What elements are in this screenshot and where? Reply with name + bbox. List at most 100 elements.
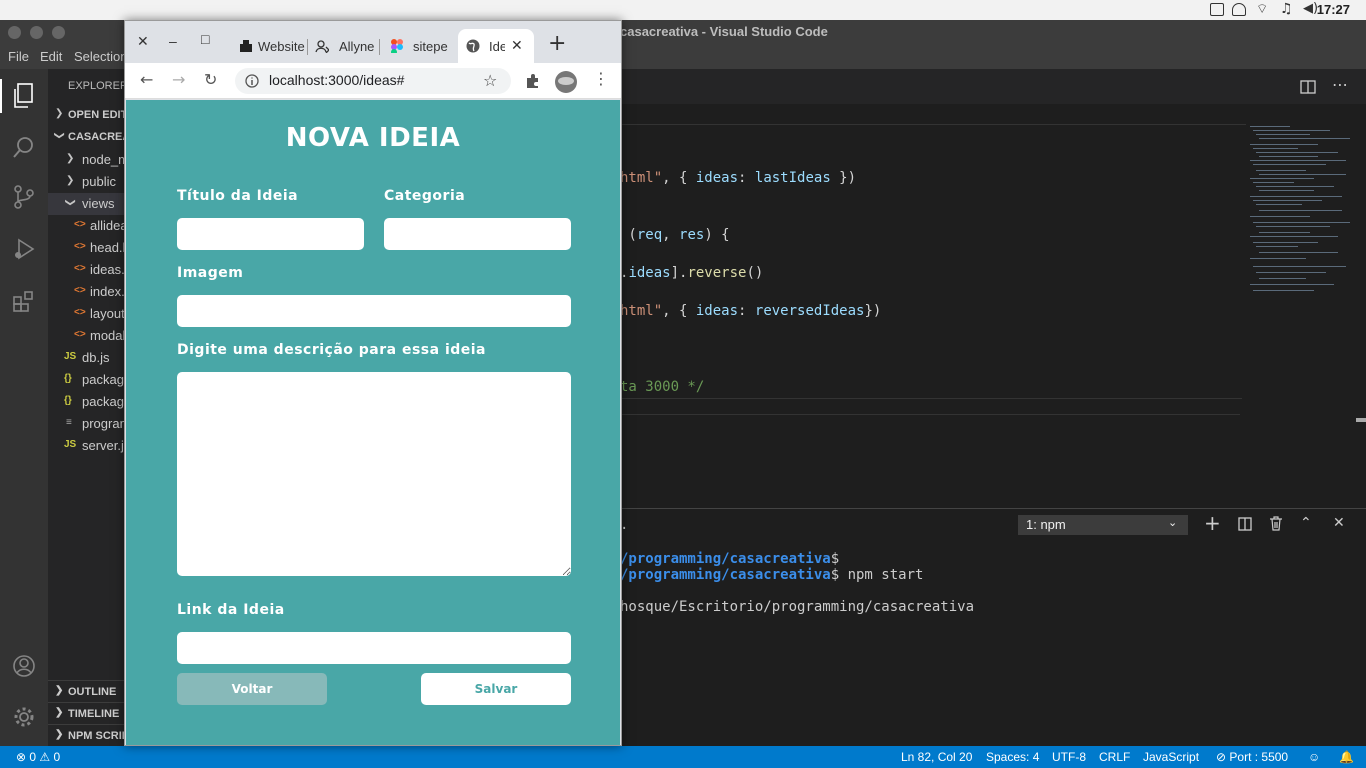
split-editor-icon[interactable] xyxy=(1300,80,1316,94)
menu-edit[interactable]: Edit xyxy=(40,49,62,64)
browser-tab-allyne[interactable]: Allyne xyxy=(307,29,379,63)
code-line: html", { ideas: lastIdeas }) xyxy=(620,170,857,186)
minimap-line xyxy=(1256,186,1334,187)
minimap-line xyxy=(1253,130,1330,131)
menu-file[interactable]: File xyxy=(8,49,29,64)
html-file-icon: <> xyxy=(74,329,86,340)
minimap-line xyxy=(1256,272,1326,273)
code-line: ta 3000 */ xyxy=(620,379,705,395)
timeline-section[interactable]: ❯ TIMELINE xyxy=(48,702,125,724)
info-icon[interactable] xyxy=(245,74,259,88)
feedback-icon[interactable]: ☺ xyxy=(1308,750,1320,764)
website-favicon-icon xyxy=(240,40,252,52)
tree-item-public[interactable]: ❯ public xyxy=(48,171,125,193)
split-terminal-icon[interactable] xyxy=(1238,517,1252,531)
clock[interactable]: 17:27 xyxy=(1317,2,1350,17)
minimap[interactable] xyxy=(1246,126,1356,296)
wifi-icon[interactable]: ⌔ xyxy=(1256,1,1268,17)
page-title: NOVA IDEIA xyxy=(285,123,461,153)
cursor-position[interactable]: Ln 82, Col 20 xyxy=(901,750,972,764)
tree-item-db-js[interactable]: JS db.js xyxy=(48,347,125,369)
browser-tab-website[interactable]: Website xyxy=(231,29,307,63)
reload-icon[interactable]: ↻ xyxy=(204,70,217,89)
tree-item-index[interactable]: <> index.html xyxy=(48,281,125,303)
minimap-line xyxy=(1259,278,1306,279)
tree-item-views[interactable]: ❯ views xyxy=(48,193,125,215)
shield-icon[interactable] xyxy=(1232,3,1246,16)
account-icon[interactable] xyxy=(12,654,36,678)
back-arrow-icon[interactable]: ← xyxy=(140,70,153,89)
explorer-icon[interactable] xyxy=(12,83,36,109)
tree-item-layout[interactable]: <> layout.html xyxy=(48,303,125,325)
tree-item-ideas[interactable]: <> ideas.html xyxy=(48,259,125,281)
new-tab-icon[interactable]: + xyxy=(548,31,566,56)
title-input[interactable] xyxy=(177,218,364,250)
npm-scripts-section[interactable]: ❯ NPM SCRIPTS xyxy=(48,724,143,746)
image-input[interactable] xyxy=(177,295,571,327)
project-folder[interactable]: ❯ CASACREATIVA xyxy=(48,126,125,148)
indentation-status[interactable]: Spaces: 4 xyxy=(986,750,1039,764)
clipboard-icon[interactable] xyxy=(1210,3,1224,16)
language-status[interactable]: JavaScript xyxy=(1143,750,1199,764)
tree-item-modal[interactable]: <> modal.html xyxy=(48,325,125,347)
terminal-panel[interactable]: . 1: npm ⌄ + ⌃ ✕ /programming/casacreati… xyxy=(620,508,1366,746)
tree-item-server-js[interactable]: JS server.js xyxy=(48,435,125,457)
tree-item-package-lock-json[interactable]: {} package-lock.json xyxy=(48,391,125,413)
close-panel-icon[interactable]: ✕ xyxy=(1333,515,1345,531)
extensions-icon[interactable] xyxy=(12,289,36,313)
minimap-line xyxy=(1253,266,1346,267)
profile-avatar[interactable] xyxy=(555,71,577,93)
close-window-button[interactable] xyxy=(8,26,21,39)
minimize-window-button[interactable] xyxy=(30,26,43,39)
notifications-bell-icon[interactable]: 🔔 xyxy=(1339,750,1354,764)
eol-status[interactable]: CRLF xyxy=(1099,750,1130,764)
scrollbar-thumb[interactable] xyxy=(1356,418,1366,422)
tree-item-node-modules[interactable]: ❯ node_modules xyxy=(48,149,125,171)
run-debug-icon[interactable] xyxy=(12,237,36,261)
extensions-puzzle-icon[interactable] xyxy=(525,73,541,89)
maximize-browser-icon[interactable]: □ xyxy=(201,31,209,47)
source-control-icon[interactable] xyxy=(12,185,36,209)
save-button[interactable]: Salvar xyxy=(421,673,571,705)
settings-gear-icon[interactable] xyxy=(12,705,36,729)
close-tab-icon[interactable]: ✕ xyxy=(511,37,523,54)
trash-icon[interactable] xyxy=(1269,516,1283,531)
browser-menu-icon[interactable]: ⋮ xyxy=(593,69,609,88)
outline-section[interactable]: ❯ OUTLINE xyxy=(48,680,125,702)
url-input[interactable] xyxy=(269,72,469,88)
description-textarea[interactable] xyxy=(177,372,571,576)
window-title: casacreativa - Visual Studio Code xyxy=(620,24,828,39)
tree-item-head[interactable]: <> head.html xyxy=(48,237,125,259)
json-file-icon: {} xyxy=(64,395,72,406)
forward-arrow-icon[interactable]: → xyxy=(172,70,185,89)
browser-tab-ideas[interactable]: Ideas ✕ xyxy=(458,29,534,63)
search-icon[interactable] xyxy=(12,135,36,159)
open-editors-section[interactable]: ❯ OPEN EDITORS xyxy=(48,104,125,126)
link-input[interactable] xyxy=(177,632,571,664)
minimap-line xyxy=(1256,226,1330,227)
text-file-icon: ≡ xyxy=(66,417,72,428)
menu-selection[interactable]: Selection xyxy=(74,49,127,64)
category-input[interactable] xyxy=(384,218,571,250)
tree-item-package-json[interactable]: {} package.json xyxy=(48,369,125,391)
problems-status[interactable]: ⊗ 0 ⚠ 0 xyxy=(16,750,60,764)
close-browser-icon[interactable]: ✕ xyxy=(137,33,149,50)
new-terminal-icon[interactable]: + xyxy=(1204,511,1221,535)
live-server-port[interactable]: ⊘ Port : 5500 xyxy=(1216,750,1288,764)
minimap-line xyxy=(1259,156,1318,157)
html-file-icon: <> xyxy=(74,241,86,252)
browser-toolbar: ← → ↻ ☆ ⋮ xyxy=(125,63,621,99)
back-button[interactable]: Voltar xyxy=(177,673,327,705)
tree-item-allideas[interactable]: <> allideas.html xyxy=(48,215,125,237)
maximize-window-button[interactable] xyxy=(52,26,65,39)
terminal-selector[interactable]: 1: npm ⌄ xyxy=(1018,515,1188,535)
tree-item-programming[interactable]: ≡ programming xyxy=(48,413,125,435)
encoding-status[interactable]: UTF-8 xyxy=(1052,750,1086,764)
address-bar[interactable]: ☆ xyxy=(235,68,511,94)
browser-tab-sitepe[interactable]: sitepe xyxy=(383,29,455,63)
minimize-browser-icon[interactable]: – xyxy=(169,33,177,49)
maximize-panel-icon[interactable]: ⌃ xyxy=(1300,515,1312,531)
bookmark-star-icon[interactable]: ☆ xyxy=(483,71,497,90)
more-actions-icon[interactable]: ⋯ xyxy=(1332,75,1348,94)
music-icon[interactable]: ♫ xyxy=(1280,1,1293,17)
